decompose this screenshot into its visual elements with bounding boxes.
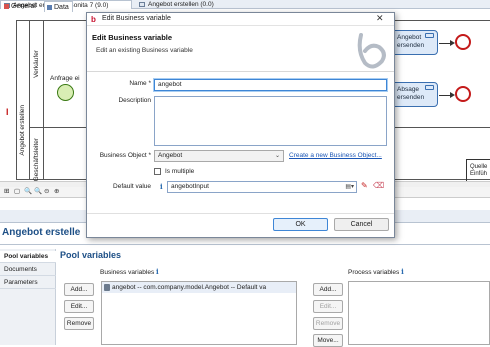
dialog-separator [87,213,394,214]
lane-header-column: Verkäufer Geschäftsleiter [30,20,44,181]
cancel-button[interactable]: Cancel [334,218,389,231]
edit-expression-icon[interactable]: ✎ [361,181,368,190]
dialog-window-title: Edit Business variable [102,15,171,22]
start-event-label: Anfrage ei [50,75,80,82]
end-event[interactable] [455,86,471,102]
editor-tab-label: Angebot erstellen (0.0) [148,1,214,8]
grow-icon[interactable]: ⊕ [54,188,59,196]
task-send-offer[interactable]: Angebot ersenden [390,30,438,55]
list-item-text: angebot -- com.company.model.Angebot -- … [112,284,267,291]
envelope-icon [425,85,434,90]
process-var-add-button[interactable]: Add... [313,283,343,296]
tab-general[interactable]: General [2,1,39,12]
editor-tab-diagram[interactable]: Angebot erstellen (0.0) [136,0,256,9]
zoom-in-icon[interactable]: 🔍 [24,188,32,196]
info-icon[interactable]: i [156,267,159,276]
envelope-icon [425,33,434,38]
chevron-down-icon: ⌄ [274,153,280,159]
process-vars-label-text: Process variables [348,269,400,276]
ok-button[interactable]: OK [273,218,328,231]
bonita-brand-icon [357,33,386,69]
is-multiple-label: Is multiple [165,168,195,175]
info-icon[interactable]: i [160,182,163,191]
divider [0,244,490,245]
sidenav-item-documents[interactable]: Documents [0,264,56,276]
erase-icon[interactable]: ⌫ [373,181,384,190]
error-marker: I [6,107,9,117]
page-title: Angebot erstelle [2,227,81,238]
business-var-add-button[interactable]: Add... [64,283,94,296]
sidenav-item-parameters[interactable]: Parameters [0,277,56,289]
task-label-line2: ersenden [397,42,425,49]
business-var-remove-button[interactable]: Remove [64,317,94,330]
business-var-edit-button[interactable]: Edit... [64,300,94,313]
bonita-logo-icon: b [91,15,96,24]
tab-data[interactable]: Data [44,1,73,12]
business-vars-label-text: Business variables [100,269,155,276]
business-object-value: Angebot [158,152,183,159]
end-event[interactable] [455,34,471,50]
zoom-out-icon[interactable]: 🔍 [34,188,42,196]
start-event[interactable] [57,84,74,101]
task-send-rejection[interactable]: Absage ersenden [390,82,438,107]
is-multiple-checkbox[interactable] [154,168,161,175]
edit-business-variable-dialog: b Edit Business variable ✕ Edit Business… [86,12,395,238]
section-title: Pool variables [60,250,122,260]
name-field[interactable]: angebot [154,79,387,91]
default-value-text: angebotInput [171,183,209,190]
process-vars-label: Process variables i [348,267,404,276]
info-icon[interactable]: i [401,267,404,276]
data-icon [47,5,52,10]
pool-header[interactable]: Angebot erstellen [16,20,30,180]
create-business-object-link[interactable]: Create a new Business Object... [289,152,382,159]
business-vars-list[interactable]: angebot -- com.company.model.Angebot -- … [101,281,297,345]
default-value-label: Default value [113,183,151,190]
description-field[interactable] [154,96,387,146]
default-value-field[interactable]: angebotInput ▤▾ [167,181,357,193]
data-store-partial[interactable]: Quelle Einfüh [466,159,490,181]
artifact-label: Quelle [470,164,488,170]
tab-data-label: Data [54,4,69,11]
select-icon[interactable]: ⊞ [4,188,9,196]
lane-name-seller[interactable]: Verkäufer [33,50,40,78]
fit-icon[interactable]: ▢ [14,188,20,196]
task-label-line2: ersenden [397,94,425,101]
list-item[interactable]: angebot -- com.company.model.Angebot -- … [102,282,296,293]
process-var-move-button[interactable]: Move... [313,334,343,347]
process-var-edit-button[interactable]: Edit... [313,300,343,313]
tab-general-label: General [11,3,36,10]
pool-name: Angebot erstellen [19,105,26,156]
expression-type-icon[interactable]: ▤▾ [345,182,354,192]
dialog-heading: Edit Business variable [92,33,173,42]
process-vars-list[interactable] [348,281,490,345]
name-label: Name * [129,80,151,87]
shrink-icon[interactable]: ⊝ [44,188,49,196]
business-object-label: Business Object * [99,152,151,159]
properties-sidenav: Pool variables Documents Parameters [0,249,56,345]
diagram-icon [139,2,145,7]
sidenav-item-pool-variables[interactable]: Pool variables [0,251,56,263]
close-icon[interactable]: ✕ [376,13,384,24]
dialog-subheading: Edit an existing Business variable [96,47,193,54]
process-var-remove-button[interactable]: Remove [313,317,343,330]
lane-name-manager[interactable]: Geschäftsleiter [33,138,40,181]
artifact-label: Einfüh [470,171,488,177]
business-object-icon [104,284,110,291]
business-object-select[interactable]: Angebot ⌄ [154,150,284,162]
business-vars-label: Business variables i [100,267,159,276]
description-label: Description [118,97,151,104]
general-icon [4,4,9,9]
